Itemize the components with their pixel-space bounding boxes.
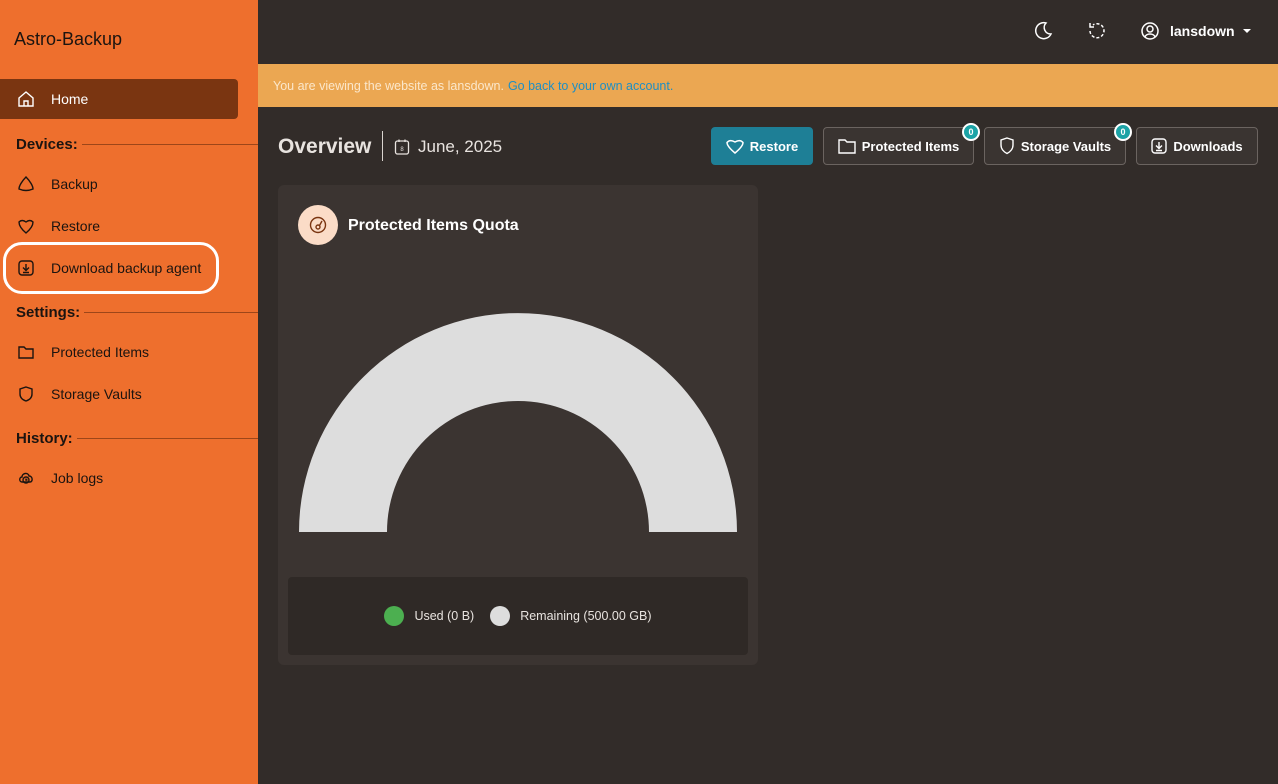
quota-gauge-chart <box>299 313 737 532</box>
button-label: Restore <box>749 138 799 154</box>
sidebar-item-download-agent[interactable]: Download backup agent <box>3 242 219 294</box>
page-title: Overview <box>278 135 372 158</box>
chart-legend: Used (0 B) Remaining (500.00 GB) <box>288 577 748 655</box>
section-devices: Devices: <box>0 136 258 153</box>
sidebar-item-protected-items[interactable]: Protected Items <box>0 332 238 372</box>
shield-icon <box>16 384 36 404</box>
section-label: History: <box>16 430 73 447</box>
sidebar-item-label: Restore <box>51 218 101 234</box>
sidebar-item-backup[interactable]: Backup <box>0 164 238 204</box>
date-label: June, 2025 <box>418 137 503 156</box>
sidebar-item-label: Home <box>51 91 89 107</box>
sidebar-item-label: Backup <box>51 176 98 192</box>
restore-icon <box>16 216 36 236</box>
section-history: History: <box>0 430 258 447</box>
home-icon <box>16 89 36 109</box>
shield-icon <box>999 137 1015 155</box>
storage-vaults-button[interactable]: Storage Vaults 0 <box>984 123 1132 165</box>
download-icon <box>1151 138 1168 154</box>
app-title: Astro-Backup <box>14 29 123 49</box>
impersonation-banner: You are viewing the website as lansdown.… <box>258 64 1278 107</box>
heart-icon <box>726 138 744 154</box>
legend-swatch <box>490 606 511 626</box>
sidebar: Astro-Backup Home Devices: Backup Restor… <box>0 0 258 784</box>
job-logs-icon <box>16 468 36 488</box>
sidebar-item-storage-vaults[interactable]: Storage Vaults <box>0 374 238 414</box>
divider <box>382 131 383 161</box>
sidebar-item-label: Download backup agent <box>51 260 202 276</box>
username: lansdown <box>1170 23 1235 39</box>
sidebar-item-job-logs[interactable]: Job logs <box>0 458 238 498</box>
moon-icon <box>1035 21 1053 40</box>
section-settings: Settings: <box>0 304 258 321</box>
legend-label: Remaining (500.00 GB) <box>520 609 652 623</box>
button-label: Storage Vaults <box>1020 138 1112 154</box>
legend-swatch <box>384 606 405 626</box>
section-label: Devices: <box>16 136 78 153</box>
divider <box>84 312 258 313</box>
refresh-button[interactable] <box>1085 19 1109 43</box>
legend-item-used[interactable]: Used (0 B) <box>384 606 474 626</box>
gauge-segment-remaining <box>299 313 737 532</box>
count-badge: 0 <box>962 123 980 141</box>
user-icon <box>1141 22 1159 40</box>
legend-item-remaining[interactable]: Remaining (500.00 GB) <box>490 606 652 626</box>
sidebar-item-label: Job logs <box>51 470 104 486</box>
divider <box>81 144 258 145</box>
legend-label: Used (0 B) <box>414 609 475 623</box>
dark-mode-toggle[interactable] <box>1031 19 1055 43</box>
svg-text:8: 8 <box>400 147 404 153</box>
button-label: Downloads <box>1173 138 1243 154</box>
sidebar-item-label: Storage Vaults <box>51 386 142 402</box>
calendar-icon: 8 <box>394 138 410 156</box>
folder-icon <box>838 138 856 154</box>
sidebar-item-restore[interactable]: Restore <box>0 206 238 246</box>
card-title: Protected Items Quota <box>348 217 519 234</box>
user-menu[interactable]: lansdown <box>1140 19 1251 43</box>
sidebar-item-home[interactable]: Home <box>0 79 238 119</box>
disk-icon <box>298 205 338 245</box>
top-bar: lansdown <box>258 0 1278 64</box>
backup-icon <box>16 174 36 194</box>
back-to-account-link[interactable]: Go back to your own account. <box>508 79 673 93</box>
quota-card: Protected Items Quota Used (0 B) Remaini… <box>278 185 758 665</box>
download-icon <box>16 258 36 278</box>
banner-text: You are viewing the website as lansdown. <box>273 78 504 93</box>
date-selector[interactable]: 8 June, 2025 <box>394 137 502 157</box>
sidebar-item-label: Protected Items <box>51 344 150 360</box>
protected-items-button[interactable]: Protected Items 0 <box>823 123 980 165</box>
button-label: Protected Items <box>861 138 960 154</box>
refresh-icon <box>1089 23 1105 39</box>
section-label: Settings: <box>16 304 81 321</box>
chevron-down-icon <box>1242 29 1251 33</box>
restore-button[interactable]: Restore <box>711 127 813 165</box>
folder-icon <box>16 342 36 362</box>
count-badge: 0 <box>1114 123 1132 141</box>
divider <box>76 438 258 439</box>
downloads-button[interactable]: Downloads <box>1136 127 1258 165</box>
